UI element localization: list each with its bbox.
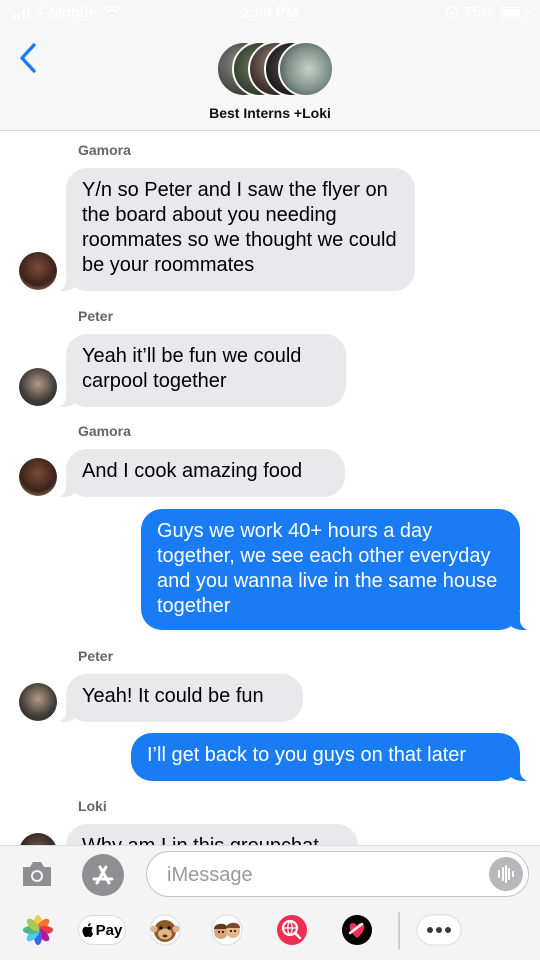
incoming-message[interactable]: Yeah! It could be fun [56, 674, 303, 722]
contact-avatar-gamora[interactable] [19, 252, 57, 290]
incoming-message[interactable]: Yeah it’ll be fun we could carpool toget… [56, 334, 346, 407]
compose-bar [0, 845, 540, 902]
photos-app-icon [23, 915, 53, 945]
outgoing-message[interactable]: Guys we work 40+ hours a day together, w… [141, 509, 530, 630]
waveform-icon [498, 865, 514, 883]
apple-logo-icon [82, 923, 93, 937]
sender-name: Gamora [78, 142, 131, 158]
group-avatars[interactable] [216, 41, 334, 99]
back-button[interactable] [14, 40, 44, 76]
web-images-button[interactable] [270, 914, 314, 946]
contact-avatar-loki[interactable] [19, 833, 57, 845]
outgoing-message[interactable]: I’ll get back to you guys on that later [131, 733, 530, 781]
message-thread[interactable]: Gamora Y/n so Peter and I saw the flyer … [0, 131, 540, 845]
incoming-message[interactable]: And I cook amazing food [56, 449, 345, 497]
message-field[interactable] [146, 851, 529, 897]
message-text: And I cook amazing food [82, 460, 303, 482]
status-bar: T-Mobile 2:09 PM 75% [0, 0, 540, 26]
group-name[interactable]: Best Interns +Loki [0, 105, 540, 121]
chevron-left-icon [20, 43, 36, 73]
message-text: Guys we work 40+ hours a day together, w… [157, 520, 498, 617]
message-text: Yeah it’ll be fun we could carpool toget… [82, 345, 302, 392]
sender-name: Peter [78, 648, 114, 664]
web-images-icon [277, 915, 307, 945]
incoming-message[interactable]: Why am I in this groupchat [66, 824, 358, 845]
app-store-icon [92, 865, 114, 885]
more-apps-button[interactable] [416, 914, 462, 946]
sender-name: Peter [78, 308, 114, 324]
contact-avatar-gamora[interactable] [19, 458, 57, 496]
incoming-message[interactable]: Y/n so Peter and I saw the flyer on the … [56, 168, 415, 291]
message-input[interactable] [167, 862, 467, 888]
apple-pay-icon: Pay [78, 915, 126, 945]
sender-name: Loki [78, 798, 107, 814]
message-text: Y/n so Peter and I saw the flyer on the … [82, 179, 397, 276]
message-text: I’ll get back to you guys on that later [147, 744, 467, 766]
sender-name: Gamora [78, 423, 131, 439]
rotation-lock-icon [445, 6, 458, 19]
digital-touch-button[interactable] [334, 914, 380, 946]
photos-app-button[interactable] [20, 914, 56, 946]
more-apps-icon [416, 914, 462, 946]
camera-button[interactable] [20, 859, 54, 889]
message-text: Why am I in this groupchat [82, 835, 319, 845]
app-drawer: Pay [0, 902, 540, 960]
animoji-icon [149, 914, 181, 946]
battery-percentage: 75% [463, 4, 494, 21]
digital-touch-icon [342, 915, 372, 945]
app-store-button[interactable] [82, 854, 124, 896]
member-avatar [278, 41, 334, 97]
memoji-icon [211, 914, 243, 946]
apple-pay-button[interactable]: Pay [78, 915, 126, 947]
message-text: Yeah! It could be fun [82, 685, 264, 707]
audio-message-button[interactable] [489, 857, 523, 891]
battery-icon [500, 6, 529, 19]
camera-icon [23, 862, 51, 886]
contact-avatar-peter[interactable] [19, 683, 57, 721]
apple-pay-label: Pay [95, 921, 123, 939]
animoji-button[interactable] [144, 914, 186, 946]
conversation-header: T-Mobile 2:09 PM 75% Best Interns +Loki [0, 0, 540, 131]
drawer-divider [398, 912, 400, 950]
contact-avatar-peter[interactable] [19, 368, 57, 406]
memoji-button[interactable] [206, 914, 248, 946]
